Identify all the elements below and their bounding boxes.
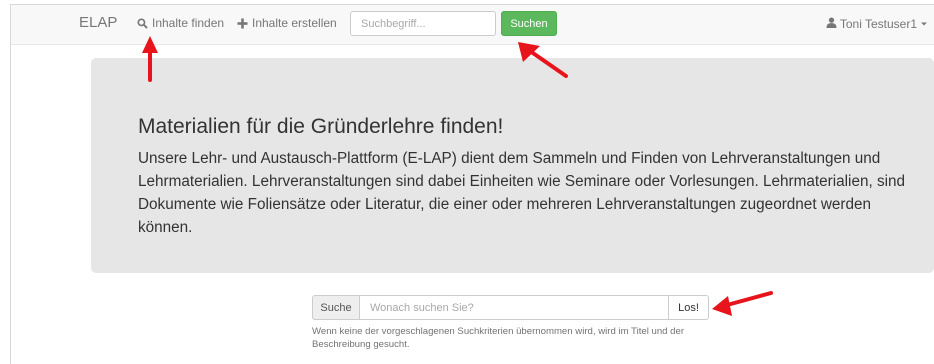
navbar-search-input[interactable] xyxy=(350,11,496,36)
navbar-search-button[interactable]: Suchen xyxy=(501,11,557,36)
brand-logo[interactable]: ELAP xyxy=(79,14,117,31)
main-search-go-button[interactable]: Los! xyxy=(669,295,709,320)
user-name: Toni Testuser1 xyxy=(839,17,917,31)
hero-jumbotron: Materialien für die Gründerlehre finden!… xyxy=(91,58,934,273)
user-menu-dropdown[interactable]: Toni Testuser1 xyxy=(826,17,928,31)
main-search-addon-label: Suche xyxy=(312,295,359,320)
top-navbar: ELAP Inhalte finden Inhalte erstellen Su… xyxy=(11,5,934,45)
browser-viewport: ELAP Inhalte finden Inhalte erstellen Su… xyxy=(10,4,934,364)
main-search-group: Suche Los! xyxy=(312,295,709,320)
chevron-down-icon xyxy=(920,17,928,31)
plus-icon xyxy=(237,17,248,29)
intro-text: Unsere Lehr- und Austausch-Plattform (E-… xyxy=(138,150,906,236)
nav-create-content-link[interactable]: Inhalte erstellen xyxy=(237,16,337,30)
search-icon xyxy=(137,17,148,29)
nav-create-content-label: Inhalte erstellen xyxy=(252,16,337,30)
nav-find-content-link[interactable]: Inhalte finden xyxy=(137,16,224,30)
user-icon xyxy=(826,17,837,31)
search-help-text: Wenn keine der vorgeschlagenen Suchkrite… xyxy=(312,326,685,350)
nav-find-content-label: Inhalte finden xyxy=(152,16,225,30)
main-search-input[interactable] xyxy=(359,295,669,320)
page-title: Materialien für die Gründerlehre finden! xyxy=(138,115,504,138)
